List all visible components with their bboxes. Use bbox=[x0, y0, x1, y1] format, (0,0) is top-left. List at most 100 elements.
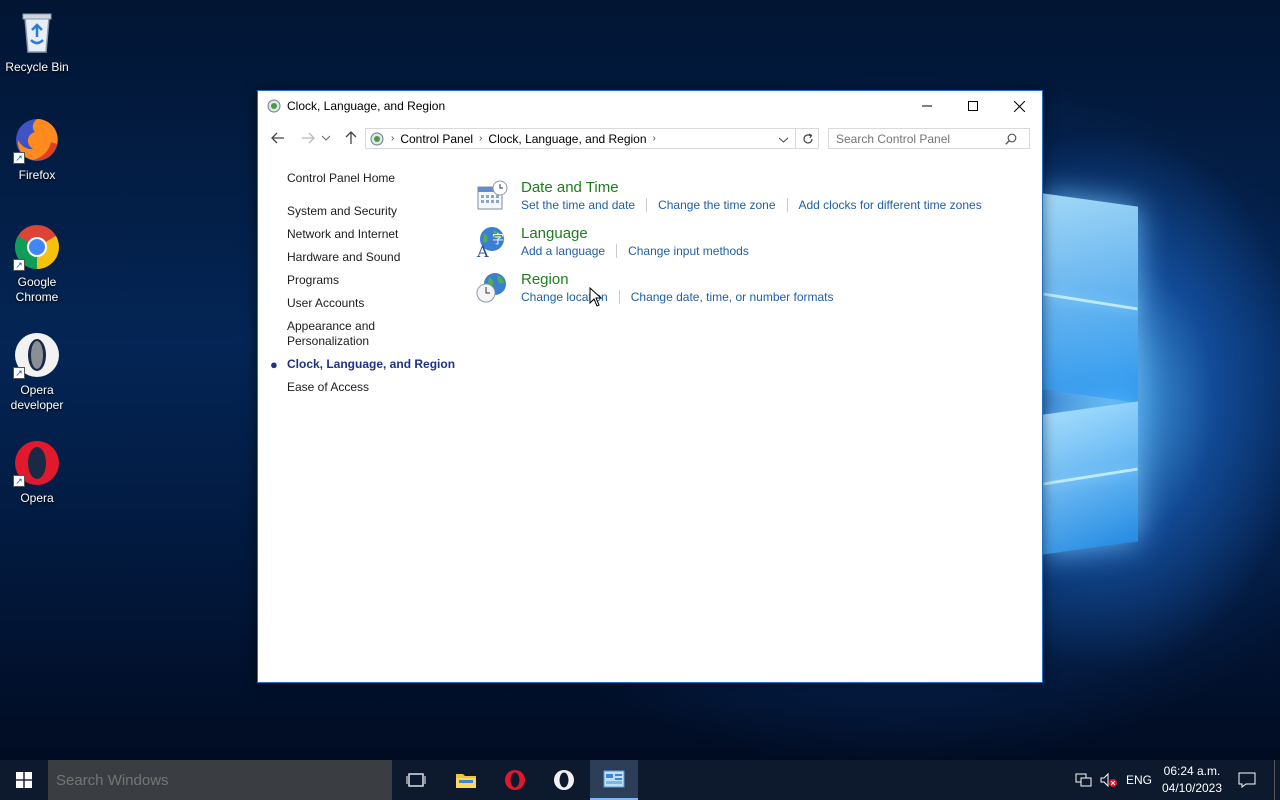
category-title[interactable]: Region bbox=[521, 271, 834, 289]
taskbar-file-explorer[interactable] bbox=[442, 760, 490, 800]
shortcut-arrow-icon: ↗ bbox=[13, 367, 25, 379]
task-view-button[interactable] bbox=[392, 760, 440, 800]
search-icon[interactable] bbox=[1005, 133, 1017, 145]
recycle-bin-icon bbox=[13, 8, 61, 56]
link-separator bbox=[786, 198, 788, 212]
breadcrumb-separator-icon: › bbox=[391, 133, 395, 144]
sidebar-item-ease-of-access[interactable]: Ease of Access bbox=[287, 380, 457, 395]
taskbar-search-input[interactable] bbox=[56, 771, 376, 789]
clock-date: 04/10/2023 bbox=[1161, 781, 1223, 795]
link-change-input-methods[interactable]: Change input methods bbox=[628, 244, 749, 258]
search-input[interactable] bbox=[829, 131, 1005, 146]
taskbar-opera-developer[interactable] bbox=[540, 760, 588, 800]
sidebar-item-appearance[interactable]: Appearance and Personalization bbox=[287, 319, 397, 349]
link-change-time-zone[interactable]: Change the time zone bbox=[658, 198, 775, 212]
desktop-icon-firefox[interactable]: ↗ Firefox bbox=[0, 116, 74, 183]
firefox-icon: ↗ bbox=[13, 116, 61, 164]
arrow-right-icon bbox=[302, 132, 315, 144]
sidebar-item-hardware-sound[interactable]: Hardware and Sound bbox=[287, 250, 457, 265]
active-bullet-icon: ● bbox=[270, 357, 278, 372]
opera-icon: ↗ bbox=[13, 439, 61, 487]
sidebar: Control Panel Home System and Security N… bbox=[270, 171, 457, 403]
svg-text:字: 字 bbox=[492, 231, 504, 246]
desktop-icon-opera[interactable]: ↗ Opera bbox=[0, 439, 74, 506]
opera-developer-icon bbox=[554, 770, 574, 790]
network-tray-button[interactable] bbox=[1075, 760, 1093, 800]
notification-icon bbox=[1238, 772, 1256, 788]
shortcut-arrow-icon: ↗ bbox=[13, 152, 25, 164]
category-date-time: Date and Time Set the time and date Chan… bbox=[475, 179, 982, 213]
window-title: Clock, Language, and Region bbox=[287, 99, 446, 113]
desktop-icon-label: Opera bbox=[20, 491, 54, 505]
refresh-icon bbox=[802, 132, 813, 143]
start-button[interactable] bbox=[0, 760, 48, 800]
close-button[interactable] bbox=[996, 91, 1042, 121]
network-icon bbox=[1075, 773, 1092, 787]
language-indicator[interactable]: ENG bbox=[1126, 760, 1152, 800]
control-panel-icon bbox=[603, 770, 625, 788]
taskbar-opera[interactable] bbox=[491, 760, 539, 800]
date-time-icon bbox=[475, 179, 509, 213]
sidebar-item-user-accounts[interactable]: User Accounts bbox=[287, 296, 457, 311]
link-separator bbox=[646, 198, 648, 212]
search-box bbox=[828, 128, 1030, 149]
desktop-icon-recycle-bin[interactable]: Recycle Bin bbox=[0, 8, 74, 75]
title-bar[interactable]: Clock, Language, and Region bbox=[258, 91, 1042, 121]
address-dropdown-button[interactable] bbox=[778, 132, 789, 146]
breadcrumb-separator-icon: › bbox=[479, 133, 483, 144]
link-separator bbox=[616, 244, 618, 258]
opera-icon bbox=[505, 770, 525, 790]
sidebar-item-control-panel-home[interactable]: Control Panel Home bbox=[287, 171, 457, 186]
svg-text:A: A bbox=[476, 242, 489, 259]
sidebar-item-programs[interactable]: Programs bbox=[287, 273, 457, 288]
desktop-icon-chrome[interactable]: ↗ Google Chrome bbox=[0, 223, 74, 305]
minimize-button[interactable] bbox=[904, 91, 950, 121]
taskbar-search bbox=[48, 760, 392, 800]
breadcrumb-control-panel[interactable]: Control Panel bbox=[400, 132, 473, 146]
region-icon bbox=[475, 271, 509, 305]
maximize-icon bbox=[968, 101, 978, 111]
desktop-icon-label: Recycle Bin bbox=[5, 60, 69, 74]
chrome-icon: ↗ bbox=[13, 223, 61, 271]
back-button[interactable] bbox=[268, 128, 288, 148]
shortcut-arrow-icon: ↗ bbox=[13, 475, 25, 487]
recent-locations-button[interactable] bbox=[320, 128, 332, 148]
sidebar-item-network-internet[interactable]: Network and Internet bbox=[287, 227, 457, 242]
volume-tray-button[interactable] bbox=[1100, 760, 1118, 800]
folder-icon bbox=[456, 774, 476, 788]
shortcut-arrow-icon: ↗ bbox=[13, 259, 25, 271]
sidebar-item-clock-language-region[interactable]: ● Clock, Language, and Region bbox=[270, 357, 457, 372]
action-center-button[interactable] bbox=[1238, 760, 1256, 800]
desktop-icon-label: Firefox bbox=[18, 168, 56, 182]
category-title[interactable]: Language bbox=[521, 225, 749, 243]
sidebar-item-system-security[interactable]: System and Security bbox=[287, 204, 457, 219]
link-add-language[interactable]: Add a language bbox=[521, 244, 605, 258]
desktop-icon-opera-developer[interactable]: ↗ Opera developer bbox=[0, 331, 74, 413]
up-button[interactable] bbox=[341, 128, 361, 148]
link-change-formats[interactable]: Change date, time, or number formats bbox=[631, 290, 834, 304]
link-set-time-date[interactable]: Set the time and date bbox=[521, 198, 635, 212]
desktop-icon-label: Opera developer bbox=[10, 383, 64, 412]
close-icon bbox=[1013, 100, 1025, 112]
breadcrumb-clock-language-region[interactable]: Clock, Language, and Region bbox=[488, 132, 646, 146]
breadcrumb-separator-icon: › bbox=[652, 133, 656, 144]
taskbar: ENG 06:24 a.m. 04/10/2023 bbox=[0, 760, 1280, 800]
taskbar-control-panel[interactable] bbox=[590, 760, 638, 800]
forward-button[interactable] bbox=[298, 128, 318, 148]
category-title[interactable]: Date and Time bbox=[521, 179, 982, 197]
link-add-clocks[interactable]: Add clocks for different time zones bbox=[799, 198, 982, 212]
task-view-icon bbox=[406, 773, 426, 787]
category-language: A 字 Language Add a language Change input… bbox=[475, 225, 749, 261]
chevron-down-icon bbox=[322, 135, 330, 141]
taskbar-clock[interactable]: 06:24 a.m. 04/10/2023 bbox=[1158, 763, 1226, 797]
volume-muted-icon bbox=[1100, 772, 1117, 788]
arrow-up-icon bbox=[345, 131, 357, 144]
refresh-button[interactable] bbox=[795, 128, 819, 149]
clock-time: 06:24 a.m. bbox=[1163, 764, 1221, 778]
opera-developer-icon: ↗ bbox=[13, 331, 61, 379]
address-bar[interactable]: › Control Panel › Clock, Language, and R… bbox=[365, 128, 819, 149]
mouse-cursor-icon bbox=[589, 287, 603, 307]
minimize-icon bbox=[922, 105, 932, 107]
show-desktop-button[interactable] bbox=[1274, 760, 1275, 800]
maximize-button[interactable] bbox=[950, 91, 996, 121]
